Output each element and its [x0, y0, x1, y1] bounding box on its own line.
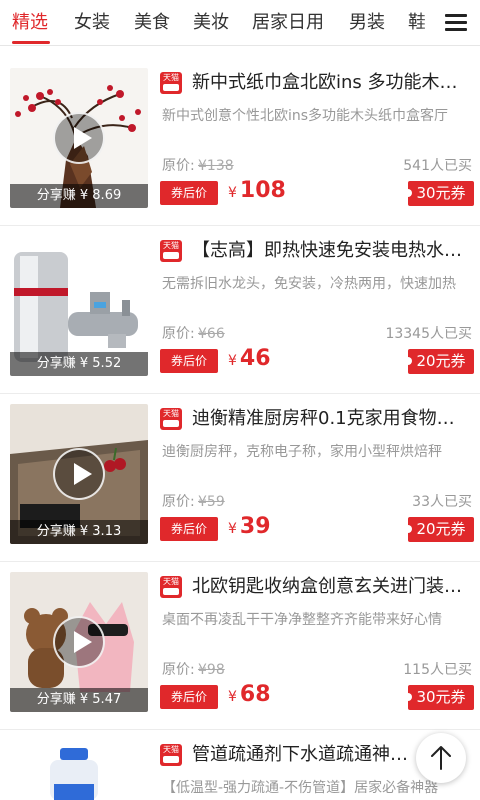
product-image[interactable] — [10, 740, 148, 800]
tab-featured[interactable]: 精选 — [12, 11, 48, 35]
sold-count: 541人已买 — [403, 158, 472, 174]
product-image[interactable]: 分享赚 ¥ 3.13 — [10, 404, 148, 544]
tmall-badge-icon: 天猫 — [160, 744, 182, 766]
coupon-price: ¥68 — [228, 682, 271, 707]
product-subtitle: 新中式创意个性北欧ins多功能木头纸巾盒客厅 — [162, 108, 449, 124]
product-subtitle: 桌面不再凌乱干干净净整整齐齐能带来好心情 — [162, 612, 442, 628]
tmall-badge-icon: 天猫 — [160, 72, 182, 94]
play-video-icon[interactable] — [53, 448, 105, 500]
original-price-label: 原价: — [162, 662, 195, 678]
tab-home[interactable]: 居家日用 — [252, 11, 324, 35]
after-coupon-label: 券后价 — [160, 181, 218, 205]
product-title[interactable]: 新中式纸巾盒北欧ins 多功能木头纸巾盒 — [192, 70, 470, 96]
after-coupon-label: 券后价 — [160, 517, 218, 541]
product-image[interactable]: 分享赚 ¥ 5.52 — [10, 236, 148, 376]
tmall-badge-icon: 天猫 — [160, 576, 182, 598]
coupon-button[interactable]: 20元券 — [404, 517, 474, 542]
sold-count: 33人已买 — [412, 494, 472, 510]
product-title[interactable]: 迪衡精准厨房秤0.1克家用食物电子秤 — [192, 406, 470, 432]
product-subtitle: 【低温型-强力疏通-不伤管道】居家必备神器 — [162, 780, 439, 796]
tab-shoes[interactable]: 鞋 — [408, 11, 425, 35]
tmall-badge-icon: 天猫 — [160, 408, 182, 430]
product-row[interactable]: 分享赚 ¥ 5.52 天猫 【志高】即热快速免安装电热水龙头 无需拆旧水龙头，免… — [0, 226, 480, 394]
share-earn-label[interactable]: 分享赚 ¥ 5.47 — [10, 688, 148, 712]
arrow-up-icon — [431, 746, 451, 770]
active-tab-indicator — [12, 41, 50, 44]
sold-count: 115人已买 — [403, 662, 472, 678]
product-title[interactable]: 北欧钥匙收纳盒创意玄关进门装饰摆件 — [192, 574, 470, 600]
product-row[interactable]: 分享赚 ¥ 3.13 天猫 迪衡精准厨房秤0.1克家用食物电子秤 迪衡厨房秤，克… — [0, 394, 480, 562]
coupon-price: ¥39 — [228, 514, 271, 539]
after-coupon-label: 券后价 — [160, 349, 218, 373]
tab-food[interactable]: 美食 — [134, 11, 170, 35]
tab-womens[interactable]: 女装 — [74, 11, 110, 35]
product-title[interactable]: 【志高】即热快速免安装电热水龙头 — [192, 238, 470, 264]
product-subtitle: 无需拆旧水龙头，免安装，冷热两用，快速加热 — [162, 276, 456, 292]
product-title[interactable]: 管道疏通剂下水道疏通神器强力溶解 — [192, 742, 422, 768]
sold-count: 13345人已买 — [385, 326, 472, 342]
product-row[interactable]: 分享赚 ¥ 8.69 天猫 新中式纸巾盒北欧ins 多功能木头纸巾盒 新中式创意… — [0, 58, 480, 226]
play-video-icon[interactable] — [53, 616, 105, 668]
tmall-badge-icon: 天猫 — [160, 240, 182, 262]
tab-mens[interactable]: 男装 — [349, 11, 385, 35]
coupon-price: ¥46 — [228, 346, 271, 371]
back-to-top-button[interactable] — [416, 733, 466, 783]
original-price-label: 原价: — [162, 326, 195, 342]
original-price: ¥66 — [198, 326, 225, 342]
original-price: ¥98 — [198, 662, 225, 678]
hamburger-menu-icon — [445, 14, 467, 17]
product-image[interactable]: 分享赚 ¥ 5.47 — [10, 572, 148, 712]
product-row[interactable]: 分享赚 ¥ 5.47 天猫 北欧钥匙收纳盒创意玄关进门装饰摆件 桌面不再凌乱干干… — [0, 562, 480, 730]
category-tabs: 精选 女装 美食 美妆 居家日用 男装 鞋 — [0, 0, 425, 45]
share-earn-label[interactable]: 分享赚 ¥ 5.52 — [10, 352, 148, 376]
coupon-button[interactable]: 30元券 — [404, 181, 474, 206]
category-tab-bar: 精选 女装 美食 美妆 居家日用 男装 鞋 — [0, 0, 480, 46]
coupon-button[interactable]: 30元券 — [404, 685, 474, 710]
play-video-icon[interactable] — [53, 112, 105, 164]
category-menu-button[interactable] — [432, 0, 480, 45]
original-price: ¥59 — [198, 494, 225, 510]
tab-beauty[interactable]: 美妆 — [193, 11, 229, 35]
original-price-label: 原价: — [162, 158, 195, 174]
product-row[interactable]: 天猫 管道疏通剂下水道疏通神器强力溶解 【低温型-强力疏通-不伤管道】居家必备神… — [0, 730, 480, 800]
coupon-button[interactable]: 20元券 — [404, 349, 474, 374]
share-earn-label[interactable]: 分享赚 ¥ 3.13 — [10, 520, 148, 544]
original-price: ¥138 — [198, 158, 234, 174]
original-price-label: 原价: — [162, 494, 195, 510]
product-image[interactable]: 分享赚 ¥ 8.69 — [10, 68, 148, 208]
product-subtitle: 迪衡厨房秤，克称电子称，家用小型秤烘焙秤 — [162, 444, 442, 460]
coupon-price: ¥108 — [228, 178, 286, 203]
after-coupon-label: 券后价 — [160, 685, 218, 709]
share-earn-label[interactable]: 分享赚 ¥ 8.69 — [10, 184, 148, 208]
